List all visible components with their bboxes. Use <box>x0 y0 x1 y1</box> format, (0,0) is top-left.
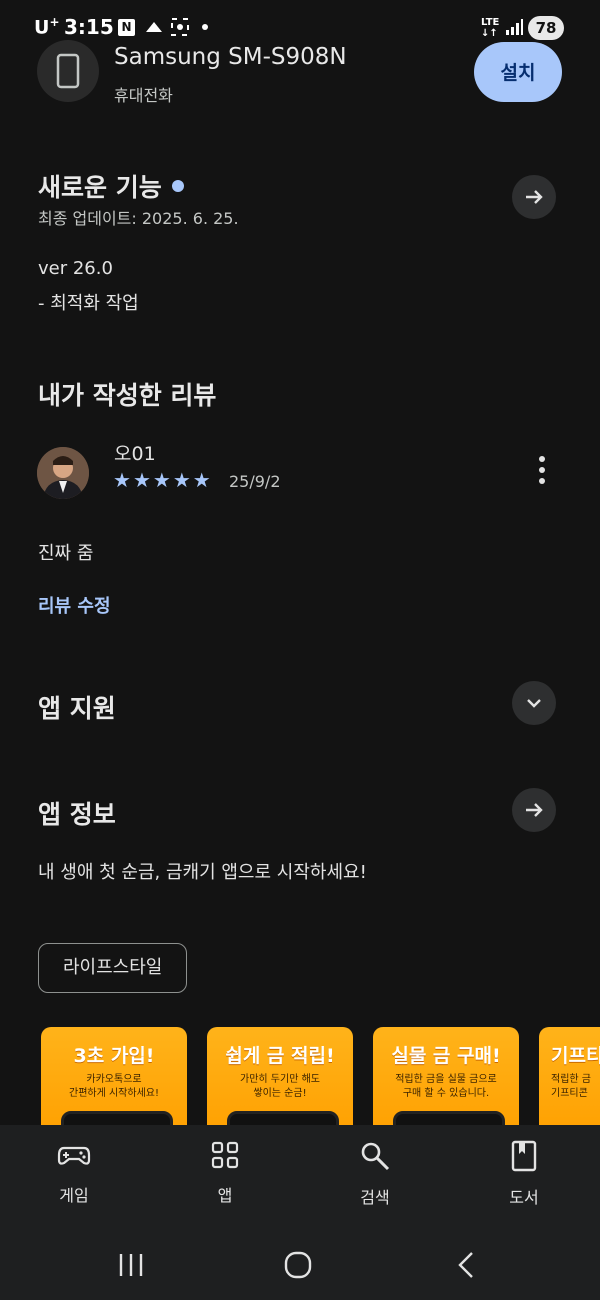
arrow-right-icon <box>526 803 543 817</box>
gamepad-icon <box>57 1146 91 1165</box>
clock: 3:15 <box>64 15 114 39</box>
back-icon[interactable] <box>452 1250 482 1280</box>
edit-review-link[interactable]: 리뷰 수정 <box>38 592 111 618</box>
star-rating: ★ ★ ★ ★ ★ <box>113 468 213 492</box>
signal-icon <box>506 19 523 35</box>
screenshot-caption: 가만히 두기만 해도 쌓이는 순금! <box>240 1074 320 1099</box>
more-notifications-dot <box>202 24 208 30</box>
review-date: 25/9/2 <box>229 472 281 491</box>
recent-apps-icon[interactable] <box>116 1250 146 1280</box>
screenshot-caption: 카카오톡으로 간편하게 시작하세요! <box>69 1074 159 1099</box>
last-updated: 최종 업데이트: 2025. 6. 25. <box>38 209 239 228</box>
star-icon: ★ <box>132 468 151 492</box>
changelog-line: - 최적화 작업 <box>38 293 139 314</box>
device-name: Samsung SM-S908N <box>114 44 347 70</box>
nav-item-books[interactable]: 도서 <box>474 1140 574 1208</box>
my-review-heading: 내가 작성한 리뷰 <box>38 381 217 410</box>
new-indicator-dot <box>171 180 184 192</box>
arrow-right-icon <box>526 190 543 204</box>
screenshot-headline: 기프티 <box>551 1045 600 1067</box>
cloud-notification-icon <box>146 22 162 32</box>
nav-label: 도서 <box>509 1188 539 1207</box>
version-line: ver 26.0 <box>38 258 113 279</box>
screenshot-card[interactable]: 3초 가입! 카카오톡으로 간편하게 시작하세요! <box>41 1027 187 1137</box>
category-chip[interactable]: 라이프스타일 <box>38 943 188 993</box>
device-type: 휴대전화 <box>114 86 173 105</box>
nav-item-apps[interactable]: 앱 <box>175 1140 275 1206</box>
app-info-arrow-button[interactable] <box>512 788 556 832</box>
screenshot-caption: 적립한 금 기프티콘 <box>551 1074 591 1099</box>
user-photo <box>37 447 89 499</box>
nav-item-games[interactable]: 게임 <box>24 1140 124 1206</box>
more-options-icon[interactable] <box>534 456 550 490</box>
star-icon: ★ <box>152 468 171 492</box>
nav-item-search[interactable]: 검색 <box>325 1140 425 1208</box>
search-icon <box>361 1142 390 1171</box>
review-author: 오01 <box>114 443 156 465</box>
screenshot-headline: 쉽게 금 적립! <box>225 1045 335 1067</box>
star-icon: ★ <box>172 468 191 492</box>
battery-indicator: 78 <box>528 16 564 40</box>
carrier-label: U+ <box>34 15 60 39</box>
screenshot-caption: 적립한 금을 실물 금으로 구매 할 수 있습니다. <box>395 1074 497 1099</box>
avatar <box>37 447 89 499</box>
apps-grid-icon <box>211 1141 239 1169</box>
review-text: 진짜 줌 <box>38 543 94 564</box>
home-icon[interactable] <box>283 1250 313 1280</box>
screenshot-card[interactable]: 실물 금 구매! 적립한 금을 실물 금으로 구매 할 수 있습니다. <box>373 1027 519 1137</box>
phone-icon <box>56 53 80 89</box>
chevron-down-icon <box>527 699 541 708</box>
screenshot-card[interactable]: 쉽게 금 적립! 가만히 두기만 해도 쌓이는 순금! <box>207 1027 353 1137</box>
star-icon: ★ <box>192 468 211 492</box>
app-support-expand-button[interactable] <box>512 681 556 725</box>
nav-label: 게임 <box>59 1186 89 1205</box>
screenshot-icon <box>171 18 189 36</box>
install-button[interactable]: 설치 <box>474 42 562 102</box>
network-type: LTE ↓↑ <box>481 17 500 39</box>
app-support-heading: 앱 지원 <box>38 694 116 723</box>
book-icon <box>511 1140 537 1172</box>
n-notification-icon: N <box>118 19 135 36</box>
app-description: 내 생애 첫 순금, 금캐기 앱으로 시작하세요! <box>38 862 367 883</box>
whats-new-arrow-button[interactable] <box>512 175 556 219</box>
screenshot-headline: 실물 금 구매! <box>391 1045 501 1067</box>
device-avatar <box>37 40 99 102</box>
screenshot-card[interactable]: 기프티 적립한 금 기프티콘 <box>539 1027 600 1137</box>
screenshot-headline: 3초 가입! <box>73 1045 155 1067</box>
app-info-heading: 앱 정보 <box>38 800 116 829</box>
whats-new-heading: 새로운 기능 <box>38 168 184 204</box>
star-icon: ★ <box>113 468 131 492</box>
nav-label: 검색 <box>360 1188 390 1207</box>
nav-label: 앱 <box>217 1186 233 1205</box>
